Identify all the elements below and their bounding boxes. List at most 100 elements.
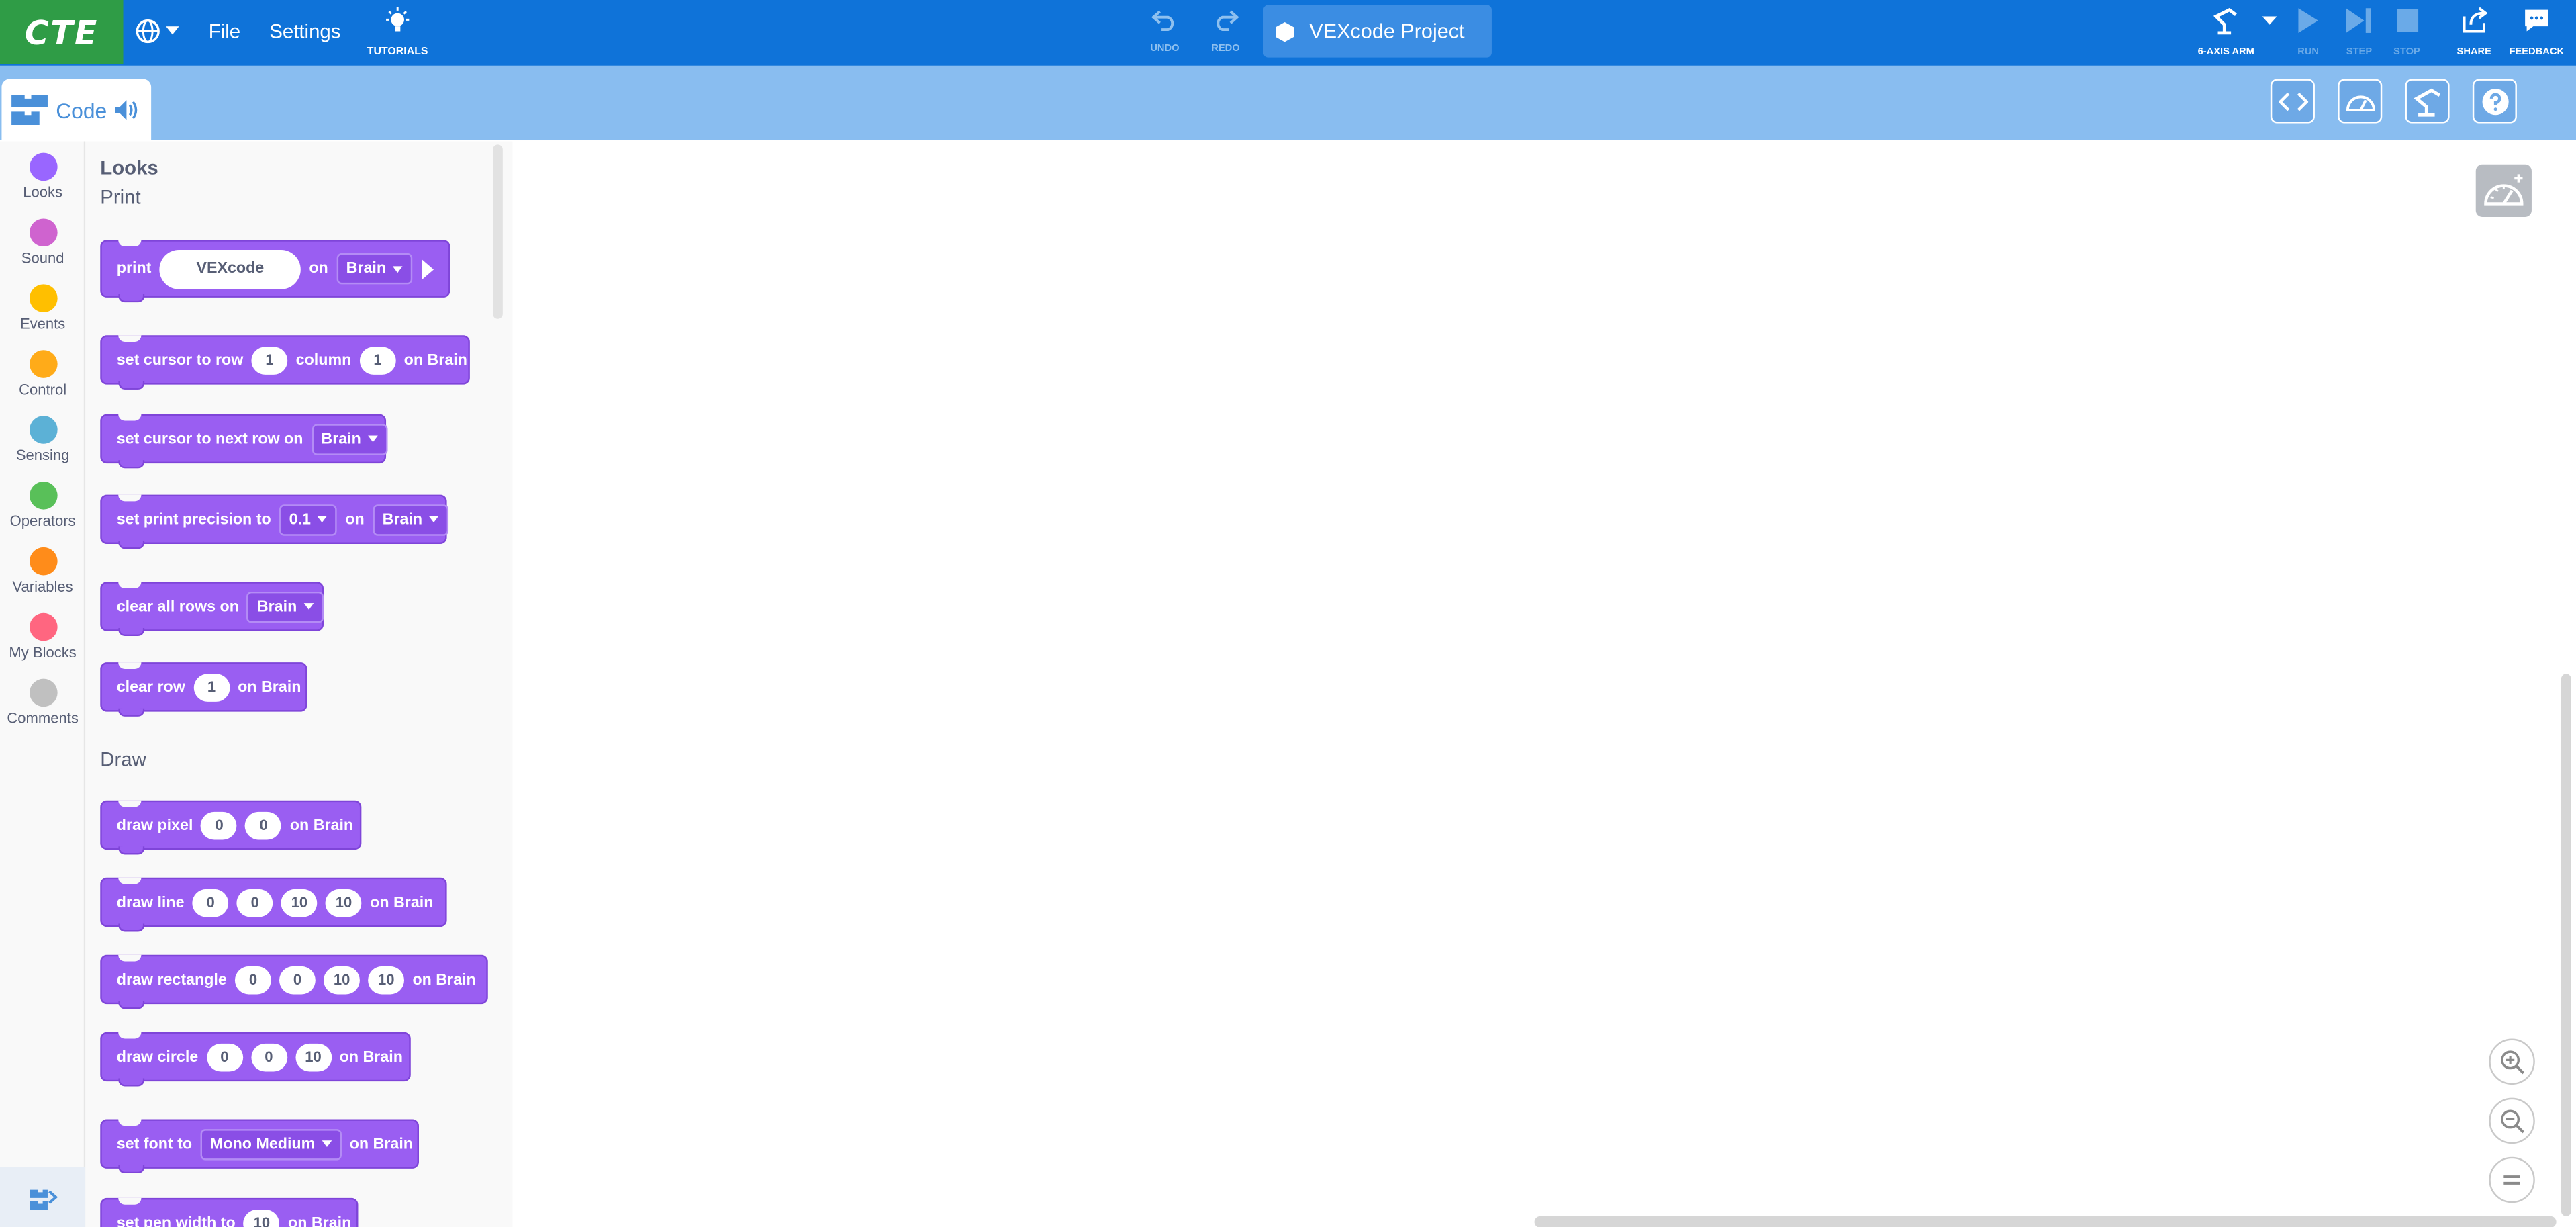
section-heading-print: Print xyxy=(100,185,141,209)
category-dot xyxy=(28,284,57,312)
help-button[interactable] xyxy=(2472,79,2517,124)
category-events[interactable]: Events xyxy=(0,284,85,332)
feedback-button[interactable]: FEEDBACK xyxy=(2506,7,2568,58)
block-set-cursor[interactable]: set cursor to row 1 column 1 on Brain xyxy=(100,335,470,390)
block-print[interactable]: print VEXcode on Brain xyxy=(100,240,450,303)
block-text: on Brain xyxy=(403,351,467,369)
y2-input[interactable]: 10 xyxy=(326,888,362,917)
x-input[interactable]: 0 xyxy=(201,811,238,839)
share-icon xyxy=(2463,7,2488,33)
category-sound[interactable]: Sound xyxy=(0,218,85,266)
run-button[interactable]: RUN xyxy=(2290,7,2326,58)
x-input[interactable]: 0 xyxy=(235,965,271,994)
block-text: on xyxy=(309,259,328,278)
dropdown-value: Brain xyxy=(382,510,423,529)
expand-arrow-icon[interactable] xyxy=(422,259,434,279)
width-input[interactable]: 10 xyxy=(243,1208,280,1227)
redo-label: REDO xyxy=(1211,44,1240,54)
target-dropdown[interactable]: Brain xyxy=(311,423,388,455)
category-label: Events xyxy=(19,315,66,332)
dropdown-arrow-icon xyxy=(322,1140,332,1148)
feedback-label: FEEDBACK xyxy=(2509,47,2565,58)
device-selector[interactable]: 6-AXIS ARM xyxy=(2191,7,2260,58)
zoom-in-button[interactable] xyxy=(2489,1038,2535,1085)
y-input[interactable]: 0 xyxy=(245,811,282,839)
category-dot xyxy=(28,350,57,378)
block-set-pen-width[interactable]: set pen width to 10 on Brain xyxy=(100,1197,359,1227)
extensions-button[interactable] xyxy=(0,1167,86,1227)
block-clear-row[interactable]: clear row 1 on Brain xyxy=(100,662,307,717)
step-icon xyxy=(2346,8,2371,33)
project-name-field[interactable]: VEXcode Project xyxy=(1263,5,1492,58)
category-label: Sound xyxy=(21,249,64,267)
dropdown-value: Mono Medium xyxy=(210,1134,316,1153)
block-text: on Brain xyxy=(370,893,434,911)
redo-button[interactable]: REDO xyxy=(1202,8,1249,54)
palette-scrollbar[interactable] xyxy=(493,144,503,319)
block-text: on Brain xyxy=(349,1134,413,1153)
undo-label: UNDO xyxy=(1150,44,1180,54)
block-set-font[interactable]: set font to Mono Medium on Brain xyxy=(100,1119,420,1174)
tutorials-label: TUTORIALS xyxy=(367,46,428,58)
x2-input[interactable]: 10 xyxy=(281,888,318,917)
zoom-reset-button[interactable] xyxy=(2489,1156,2535,1203)
speaker-icon[interactable] xyxy=(113,99,140,122)
category-operators[interactable]: Operators xyxy=(0,481,85,529)
category-looks[interactable]: Looks xyxy=(0,152,85,201)
language-menu[interactable] xyxy=(135,13,184,50)
column-input[interactable]: 1 xyxy=(359,346,396,374)
block-text: on Brain xyxy=(412,970,476,989)
file-menu[interactable]: File xyxy=(209,19,240,42)
y1-input[interactable]: 0 xyxy=(236,888,273,917)
tutorials-button[interactable]: TUTORIALS xyxy=(365,7,430,58)
y-input[interactable]: 0 xyxy=(279,965,316,994)
workspace-vertical-scrollbar[interactable] xyxy=(2561,674,2571,1216)
category-control[interactable]: Control xyxy=(0,350,85,398)
dashboard-button[interactable] xyxy=(2338,79,2383,124)
x1-input[interactable]: 0 xyxy=(192,888,229,917)
step-button[interactable]: STEP xyxy=(2340,7,2379,58)
block-next-row[interactable]: set cursor to next row on Brain xyxy=(100,414,388,469)
help-icon xyxy=(2481,87,2508,115)
target-dropdown[interactable]: Brain xyxy=(372,504,449,535)
target-dropdown[interactable]: Brain xyxy=(247,590,324,623)
row-input[interactable]: 1 xyxy=(193,673,230,701)
settings-menu[interactable]: Settings xyxy=(269,19,340,42)
add-dashboard-button[interactable] xyxy=(2475,164,2532,218)
x-input[interactable]: 0 xyxy=(206,1042,243,1071)
category-sensing[interactable]: Sensing xyxy=(0,416,85,463)
block-draw-line[interactable]: draw line 0 0 10 10 on Brain xyxy=(100,877,447,932)
category-dot xyxy=(28,678,57,707)
row-input[interactable]: 1 xyxy=(251,346,288,374)
device-chevron-icon[interactable] xyxy=(2262,16,2277,26)
code-viewer-button[interactable] xyxy=(2270,79,2315,124)
workspace-horizontal-scrollbar[interactable] xyxy=(1534,1216,2557,1227)
category-menu: Looks Sound Events Control Sensing Opera… xyxy=(0,141,86,1227)
zoom-out-button[interactable] xyxy=(2489,1097,2535,1144)
precision-dropdown[interactable]: 0.1 xyxy=(279,504,338,535)
lightbulb-icon xyxy=(386,7,410,32)
width-input[interactable]: 10 xyxy=(324,965,361,994)
category-variables[interactable]: Variables xyxy=(0,547,85,595)
block-draw-rectangle[interactable]: draw rectangle 0 0 10 10 on Brain xyxy=(100,954,488,1009)
undo-icon xyxy=(1151,10,1174,32)
text-input[interactable]: VEXcode xyxy=(159,248,301,289)
undo-button[interactable]: UNDO xyxy=(1142,8,1188,54)
block-draw-circle[interactable]: draw circle 0 0 10 on Brain xyxy=(100,1032,411,1087)
device-config-button[interactable] xyxy=(2405,79,2450,124)
block-draw-pixel[interactable]: draw pixel 0 0 on Brain xyxy=(100,800,362,855)
share-button[interactable]: SHARE xyxy=(2451,7,2497,58)
cte-logo[interactable]: CTE xyxy=(0,0,124,64)
radius-input[interactable]: 10 xyxy=(295,1042,332,1071)
block-text: clear all rows on xyxy=(116,597,239,616)
block-print-precision[interactable]: set print precision to 0.1 on Brain xyxy=(100,494,449,549)
y-input[interactable]: 0 xyxy=(250,1042,287,1071)
height-input[interactable]: 10 xyxy=(368,965,405,994)
category-comments[interactable]: Comments xyxy=(0,678,85,727)
stop-button[interactable]: STOP xyxy=(2387,7,2427,58)
target-dropdown[interactable]: Brain xyxy=(336,253,413,285)
code-tab[interactable]: Code xyxy=(1,79,152,142)
block-clear-all-rows[interactable]: clear all rows on Brain xyxy=(100,582,324,637)
font-dropdown[interactable]: Mono Medium xyxy=(200,1128,342,1160)
category-my-blocks[interactable]: My Blocks xyxy=(0,612,85,661)
